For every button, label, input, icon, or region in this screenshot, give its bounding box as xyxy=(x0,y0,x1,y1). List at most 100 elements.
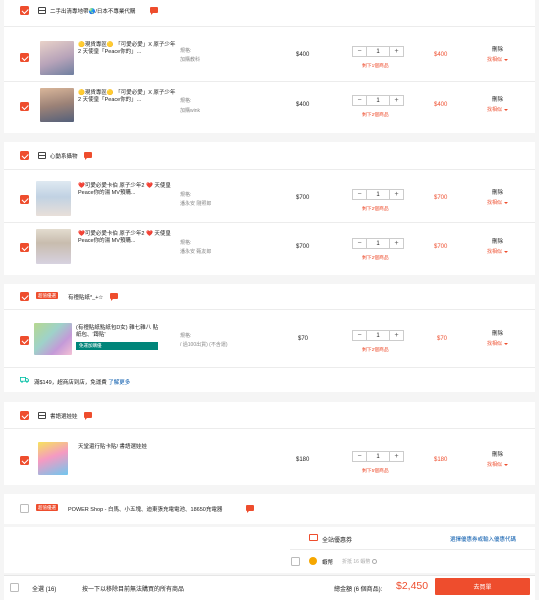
variation-value[interactable]: 加購wink xyxy=(180,107,200,114)
product-thumbnail[interactable] xyxy=(36,229,71,264)
item-subtotal: $180 xyxy=(434,457,448,463)
quantity-stepper[interactable]: − 1 + xyxy=(352,330,404,341)
quantity-input[interactable]: 1 xyxy=(366,239,390,248)
increase-button[interactable]: + xyxy=(390,331,403,340)
increase-button[interactable]: + xyxy=(390,452,403,461)
item-checkbox[interactable] xyxy=(20,336,29,345)
product-title[interactable]: 🟡現貨專區🟡 「可愛必愛」X 原子少年2 天使皇「Peace你的」... xyxy=(78,90,178,104)
decrease-button[interactable]: − xyxy=(353,239,366,248)
variation-label[interactable]: 規格: xyxy=(180,47,191,54)
variation-value[interactable]: 加購教科 xyxy=(180,56,200,63)
variation-label[interactable]: 規格: xyxy=(180,97,191,104)
delete-button[interactable]: 刪除 xyxy=(492,45,503,53)
unit-price: $400 xyxy=(296,102,310,108)
product-title[interactable]: ❤️可愛必愛卡伯 原子少年2 ❤️ 天使皇 Peace你的湯 MV預購... xyxy=(78,183,178,197)
chat-icon[interactable] xyxy=(84,412,92,420)
preferred-shop-tag: 超值優選 xyxy=(36,504,58,511)
find-similar-button[interactable]: 找相似 xyxy=(487,199,509,206)
shop-checkbox[interactable] xyxy=(20,292,29,301)
variation-value[interactable]: 潘永安 剛照郎 xyxy=(180,200,211,207)
shop-checkbox[interactable] xyxy=(20,504,29,513)
item-checkbox[interactable] xyxy=(20,456,29,465)
find-similar-button[interactable]: 找相似 xyxy=(487,461,509,468)
coins-checkbox[interactable] xyxy=(291,557,300,566)
item-subtotal: $400 xyxy=(434,52,448,58)
quantity-input[interactable]: 1 xyxy=(366,47,390,56)
delete-button[interactable]: 刪除 xyxy=(492,188,503,196)
chat-icon[interactable] xyxy=(110,293,118,301)
variation-label[interactable]: 規格: xyxy=(180,191,191,198)
coin-icon xyxy=(309,557,317,565)
product-title[interactable]: 🟡現貨專區🟡 「可愛必愛」X 原子少年2 天使皇「Peace你的」... xyxy=(78,42,178,56)
increase-button[interactable]: + xyxy=(390,239,403,248)
product-thumbnail[interactable] xyxy=(40,41,74,75)
decrease-button[interactable]: − xyxy=(353,96,366,105)
find-similar-button[interactable]: 找相似 xyxy=(487,106,509,113)
find-similar-button[interactable]: 找相似 xyxy=(487,56,509,63)
chat-icon[interactable] xyxy=(150,7,158,15)
delete-button[interactable]: 刪除 xyxy=(492,450,503,458)
item-checkbox[interactable] xyxy=(20,195,29,204)
unit-price: $700 xyxy=(296,195,310,201)
product-thumbnail[interactable] xyxy=(36,181,71,216)
quantity-stepper[interactable]: − 1 + xyxy=(352,46,404,57)
item-checkbox[interactable] xyxy=(20,102,29,111)
select-voucher-link[interactable]: 選擇優惠券或輸入優惠代碼 xyxy=(450,535,516,543)
coins-label: 蝦幣 xyxy=(322,560,334,566)
quantity-stepper[interactable]: − 1 + xyxy=(352,189,404,200)
checkout-button[interactable]: 去買單 xyxy=(435,578,530,595)
increase-button[interactable]: + xyxy=(390,190,403,199)
shop-name[interactable]: POWER Shop - 白馬、小五塊、迪東張充電電池、18650充電器 xyxy=(68,505,222,513)
product-title[interactable]: 天堂還行貼卡貼/ 書語選娃娃 xyxy=(78,444,188,451)
shop-name[interactable]: 有禮貼紙*_+☆ xyxy=(68,293,103,301)
increase-button[interactable]: + xyxy=(390,96,403,105)
decrease-button[interactable]: − xyxy=(353,331,366,340)
shop-checkbox[interactable] xyxy=(20,6,29,15)
select-all-label[interactable]: 全選 (16) xyxy=(32,584,56,593)
product-thumbnail[interactable] xyxy=(38,442,68,475)
variation-value[interactable]: 潘永安 甄友郎 xyxy=(180,248,211,255)
quantity-stepper[interactable]: − 1 + xyxy=(352,238,404,249)
info-icon[interactable] xyxy=(372,559,378,565)
chevron-down-icon xyxy=(504,58,509,61)
learn-more-link[interactable]: 了解更多 xyxy=(108,380,130,386)
quantity-input[interactable]: 1 xyxy=(366,190,390,199)
quantity-stepper[interactable]: − 1 + xyxy=(352,451,404,462)
item-checkbox[interactable] xyxy=(20,243,29,252)
chevron-down-icon xyxy=(504,250,509,253)
item-checkbox[interactable] xyxy=(20,53,29,62)
find-similar-button[interactable]: 找相似 xyxy=(487,248,509,255)
shop-name[interactable]: 心動系攝物 xyxy=(50,152,78,160)
product-title[interactable]: ❤️可愛必愛卡伯 原子少年2 ❤️ 天使皇 Peace你的湯 MV預購... xyxy=(78,231,178,245)
chat-icon[interactable] xyxy=(84,152,92,160)
delete-button[interactable]: 刪除 xyxy=(492,95,503,103)
divider xyxy=(4,26,535,27)
quantity-input[interactable]: 1 xyxy=(366,331,390,340)
decrease-button[interactable]: − xyxy=(353,452,366,461)
delete-button[interactable]: 刪除 xyxy=(492,237,503,245)
variation-value[interactable]: / 過100出貨) (不含運) xyxy=(180,341,228,348)
decrease-button[interactable]: − xyxy=(353,190,366,199)
delete-button[interactable]: 刪除 xyxy=(492,329,503,337)
quantity-input[interactable]: 1 xyxy=(366,452,390,461)
product-title[interactable]: (有禮貼紙點紙包D女) 雜七雜八 貼紙包、'蹲貼' xyxy=(76,325,160,339)
quantity-stepper[interactable]: − 1 + xyxy=(352,95,404,106)
shop-name[interactable]: 二手出清專地帶🌏/日本不專業代購 xyxy=(50,7,135,15)
shop-checkbox[interactable] xyxy=(20,411,29,420)
chat-icon[interactable] xyxy=(246,505,254,513)
product-thumbnail[interactable] xyxy=(34,323,72,355)
variation-label[interactable]: 規格: xyxy=(180,239,191,246)
decrease-button[interactable]: − xyxy=(353,47,366,56)
select-all-checkbox[interactable] xyxy=(10,583,19,592)
product-thumbnail[interactable] xyxy=(40,88,74,122)
increase-button[interactable]: + xyxy=(390,47,403,56)
find-similar-button[interactable]: 找相似 xyxy=(487,340,509,347)
quantity-input[interactable]: 1 xyxy=(366,96,390,105)
divider xyxy=(4,309,535,310)
shop-name[interactable]: 書語選娃娃 xyxy=(50,412,78,420)
shop-checkbox[interactable] xyxy=(20,151,29,160)
variation-label[interactable]: 規格: xyxy=(180,332,191,339)
item-subtotal: $70 xyxy=(437,336,448,342)
remove-unavailable-link[interactable]: 按一下以移除目前無法購買的所有商品 xyxy=(82,584,184,593)
chevron-down-icon xyxy=(504,201,509,204)
